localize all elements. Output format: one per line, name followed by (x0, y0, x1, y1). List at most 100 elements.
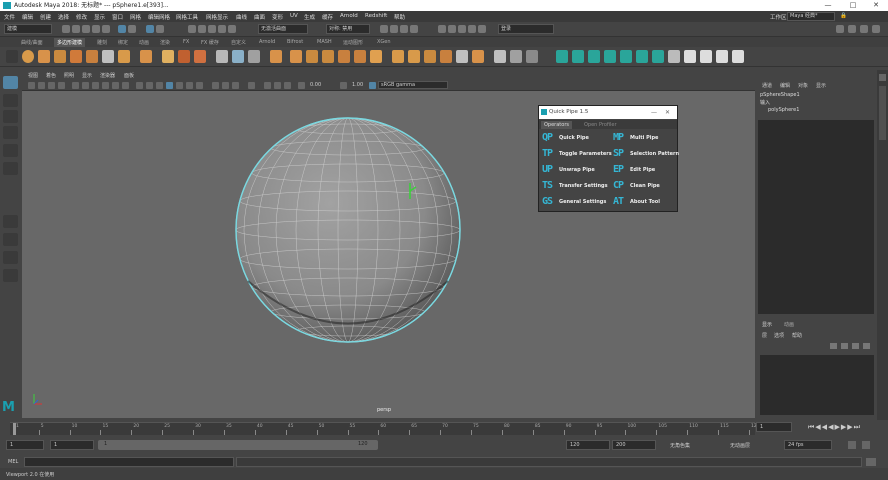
snap-surface-icon[interactable] (228, 25, 236, 33)
mel-label[interactable]: MEL (8, 459, 18, 465)
hypershade-icon[interactable] (410, 25, 418, 33)
move-tool-icon[interactable] (3, 126, 18, 139)
custom-shelf-icon[interactable] (732, 50, 744, 63)
quad-draw-icon[interactable] (472, 50, 484, 63)
menu-mesh-tools[interactable]: 网格工具 (176, 13, 198, 21)
layer-menu-layers[interactable]: 层 (762, 332, 767, 339)
script-shelf-icon[interactable] (716, 50, 728, 63)
rotate-tool-icon[interactable] (3, 144, 18, 157)
redo-icon[interactable] (102, 25, 110, 33)
bevel-icon[interactable] (338, 50, 350, 63)
poly-cube-icon[interactable] (38, 50, 50, 63)
login-select[interactable]: 登录 (498, 24, 554, 34)
color-space-select[interactable]: sRGB gamma (378, 81, 448, 89)
motion-blur-icon[interactable] (222, 82, 229, 89)
layer-menu-help[interactable]: 帮助 (792, 332, 802, 339)
toolbox-icon[interactable] (478, 25, 486, 33)
default-material-icon[interactable] (156, 82, 163, 89)
maximize-button[interactable]: □ (843, 0, 863, 11)
anim-prefs-icon[interactable] (862, 441, 870, 449)
channel-menu-channels[interactable]: 通道 (762, 82, 772, 89)
side-by-side-layout-icon[interactable] (3, 251, 18, 264)
camera-attributes-icon[interactable] (38, 82, 45, 89)
help-icon[interactable] (458, 25, 466, 33)
auto-key-icon[interactable] (848, 441, 856, 449)
combine-icon[interactable] (216, 50, 228, 63)
modeling-toolkit-icon[interactable] (836, 25, 844, 33)
shelf-tab-sculpt[interactable]: 雕刻 (94, 38, 110, 47)
menu-modify[interactable]: 修改 (76, 13, 87, 21)
layout-uv-icon[interactable] (652, 50, 664, 63)
side-tab-channel-box[interactable] (879, 86, 886, 134)
snap-point-icon[interactable] (208, 25, 216, 33)
insert-edge-loop-icon[interactable] (408, 50, 420, 63)
single-pane-layout-icon[interactable] (3, 215, 18, 228)
select-tool-icon[interactable] (3, 76, 18, 89)
sew-uv-icon[interactable] (684, 50, 696, 63)
merge-icon[interactable] (440, 50, 452, 63)
character-set-select[interactable]: 无角色集 (670, 442, 690, 449)
screen-space-ao-icon[interactable] (212, 82, 219, 89)
pin-icon[interactable] (494, 50, 506, 63)
four-pane-layout-icon[interactable] (3, 233, 18, 246)
tab-anim-layers[interactable]: 动画 (784, 321, 794, 328)
menu-curves[interactable]: 曲线 (236, 13, 247, 21)
xray-joints-icon[interactable] (274, 82, 281, 89)
menu-cache[interactable]: 缓存 (322, 13, 333, 21)
render-icon[interactable] (380, 25, 388, 33)
clean-pipe-button[interactable]: CP Clean Pipe (613, 180, 681, 194)
svg-tool-icon[interactable] (194, 50, 206, 63)
planar-map-icon[interactable] (572, 50, 584, 63)
attribute-editor-icon[interactable] (848, 25, 856, 33)
outliner-layout-icon[interactable] (3, 269, 18, 282)
panel-settings-icon[interactable] (879, 74, 886, 81)
tab-operators[interactable]: Operators (541, 121, 572, 129)
menu-help[interactable]: 帮助 (394, 13, 405, 21)
time-slider-track[interactable]: 1 5 10 15 20 25 30 35 40 45 50 55 60 65 70 75 80 85 90 95 10… (10, 422, 760, 435)
snap-view-icon[interactable] (218, 25, 226, 33)
unwrap-pipe-button[interactable]: UP Unwrap Pipe (542, 164, 610, 178)
select-by-hierarchy-icon[interactable] (118, 25, 126, 33)
shelf-tab-custom[interactable]: 自定义 (228, 38, 249, 47)
gamma-field[interactable]: 1.00 (352, 82, 363, 88)
settings-icon[interactable] (468, 25, 476, 33)
menu-mesh[interactable]: 网格 (130, 13, 141, 21)
gate-mask-icon[interactable] (102, 82, 109, 89)
shelf-tab-rendering[interactable]: 渲染 (157, 38, 173, 47)
script-editor-icon[interactable] (866, 458, 876, 466)
viewport-menu-view[interactable]: 视图 (28, 72, 38, 79)
shelf-tab-motion-graphics[interactable]: 运动图形 (340, 38, 366, 47)
minimize-button[interactable]: — (818, 0, 838, 11)
menu-edit-mesh[interactable]: 编辑网格 (148, 13, 170, 21)
poly-sphere-mesh[interactable] (235, 117, 461, 343)
menu-generate[interactable]: 生成 (304, 13, 315, 21)
live-surface-field[interactable]: 无激活曲面 (258, 24, 308, 34)
mirror-icon[interactable] (290, 50, 302, 63)
move-layer-up-icon[interactable] (830, 343, 837, 349)
range-slider[interactable]: 1 120 (98, 440, 378, 450)
layer-list[interactable] (760, 355, 874, 415)
layer-menu-options[interactable]: 选项 (774, 332, 784, 339)
playback-end-field[interactable]: 120 (566, 440, 610, 450)
scale-tool-icon[interactable] (3, 162, 18, 175)
open-scene-icon[interactable] (72, 25, 80, 33)
safe-action-icon[interactable] (122, 82, 129, 89)
cylindrical-map-icon[interactable] (588, 50, 600, 63)
shape-node-name[interactable]: pSphereShape1 (760, 92, 800, 98)
menu-set-select[interactable]: 建模 (4, 24, 52, 34)
xray-icon[interactable] (264, 82, 271, 89)
transfer-settings-button[interactable]: TS Transfer Settings (542, 180, 610, 194)
anti-aliasing-icon[interactable] (232, 82, 239, 89)
shelf-tab-curves[interactable]: 曲线/曲面 (18, 38, 46, 47)
uv-editor-icon[interactable] (556, 50, 568, 63)
append-polygon-icon[interactable] (354, 50, 366, 63)
image-plane-icon[interactable] (58, 82, 65, 89)
shelf-tab-bifrost[interactable]: Bifrost (284, 38, 306, 47)
menu-redshift[interactable]: Redshift (365, 13, 387, 19)
menu-create[interactable]: 创建 (40, 13, 51, 21)
viewport-menu-show[interactable]: 显示 (82, 72, 92, 79)
workspace-lock-icon[interactable]: 🔒 (840, 13, 847, 19)
shelf-tab-fx[interactable]: FX (180, 38, 192, 47)
viewport-menu-lighting[interactable]: 照明 (64, 72, 74, 79)
multi-pipe-button[interactable]: MP Multi Pipe (613, 132, 681, 146)
